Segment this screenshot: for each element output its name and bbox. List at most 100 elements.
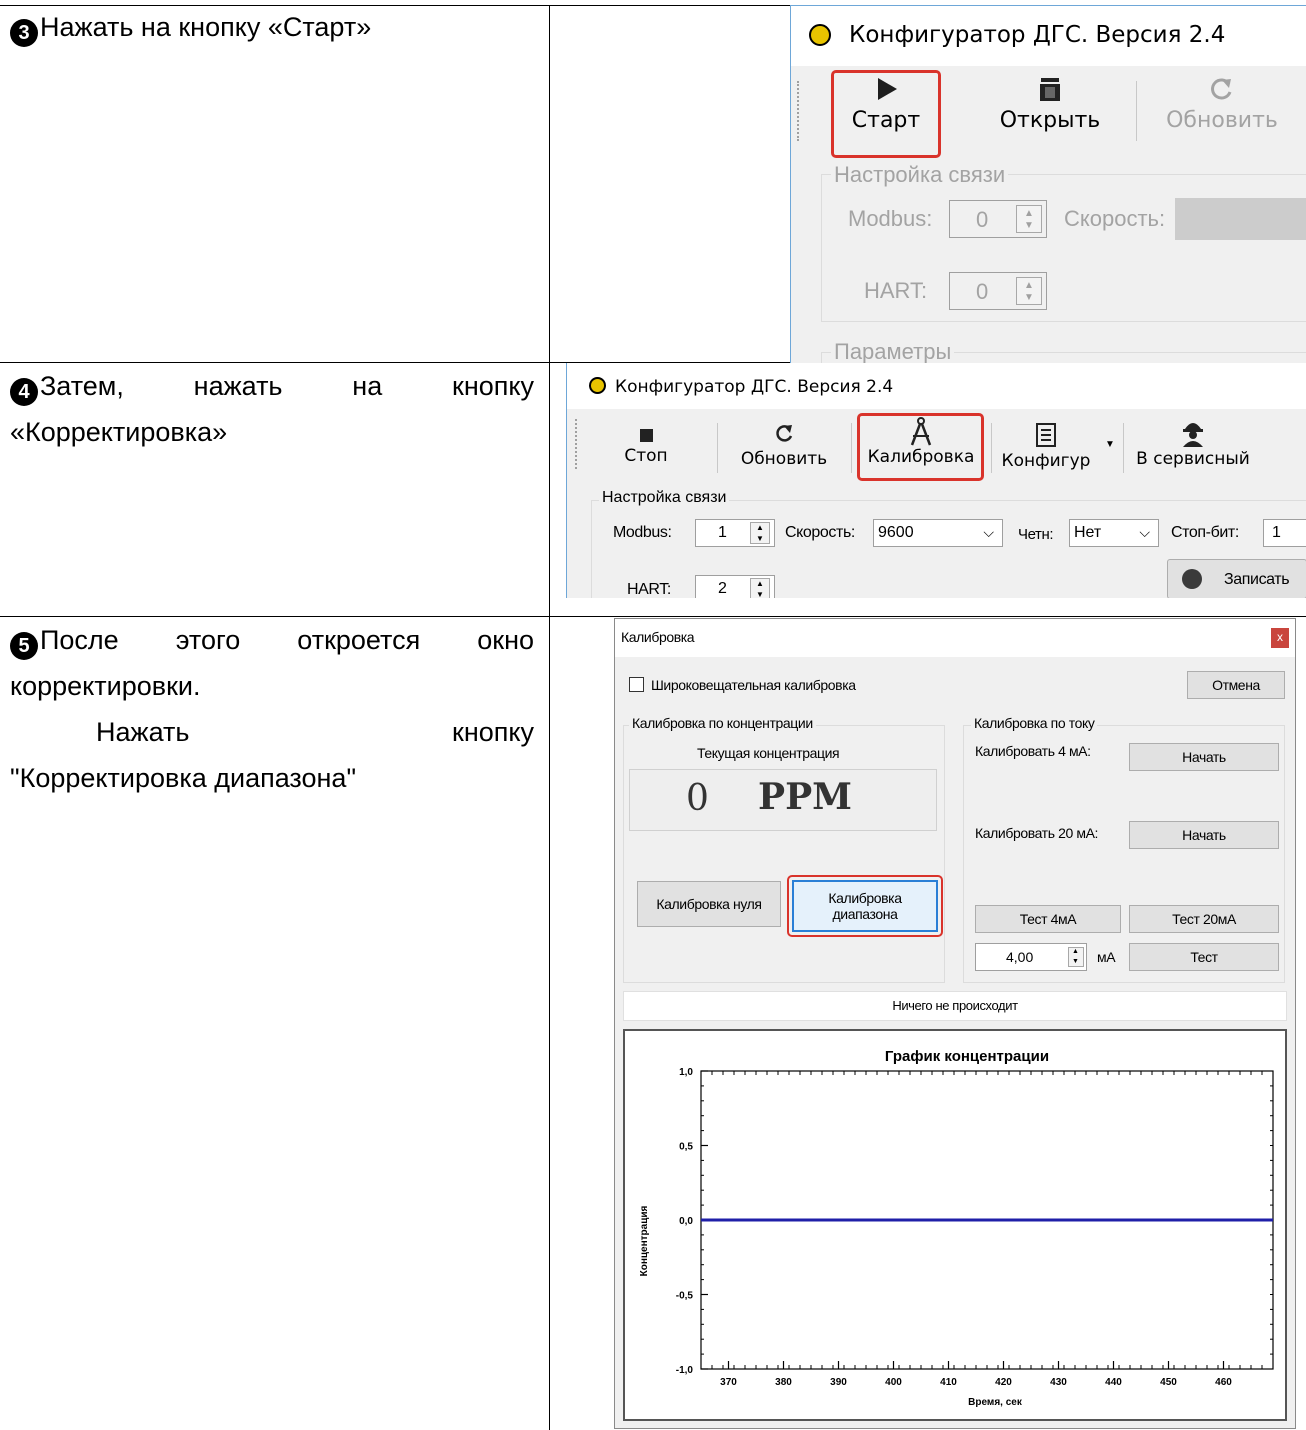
hart-input[interactable]: 0 ▲ ▼ (949, 272, 1047, 310)
stop-icon (639, 429, 653, 442)
toolbar-grip (797, 81, 801, 141)
modbus-input[interactable]: 0 ▲ ▼ (949, 200, 1047, 238)
stopbit-select[interactable]: 1 (1263, 519, 1306, 547)
step-4-line2: «Корректировка» (10, 417, 228, 447)
speed-select[interactable] (1175, 198, 1306, 240)
concentration-value: 0 (686, 778, 709, 819)
ma-stepper[interactable]: ▲ ▼ (1068, 947, 1084, 967)
screenshot-start-window: Конфигуратор ДГС. Версия 2.4 Старт Откры… (790, 5, 1306, 363)
x-tick-label: 430 (1050, 1377, 1067, 1388)
modbus-label: Modbus: (848, 206, 933, 231)
toolbar-separator (991, 423, 992, 473)
write-button[interactable]: Записать (1167, 559, 1306, 598)
step-3-label: Нажать на кнопку «Старт» (40, 12, 372, 42)
step-5-line3: Нажать кнопку (96, 717, 534, 747)
step-number-badge: 5 (10, 632, 38, 660)
y-tick-label: -1,0 (676, 1365, 694, 1376)
test-4ma-button[interactable]: Тест 4мА (975, 905, 1121, 933)
broadcast-checkbox[interactable] (629, 677, 644, 692)
ma-value-input[interactable]: 4,00 ▲ ▼ (975, 943, 1087, 971)
parity-label: Четн: (1018, 526, 1054, 543)
modbus-stepper[interactable]: ▲ ▼ (750, 522, 770, 544)
hart-input[interactable]: 2 ▲ ▼ (695, 575, 775, 598)
concentration-calibration-group-label: Калибровка по концентрации (629, 715, 816, 731)
compass-icon (910, 417, 932, 446)
refresh-button[interactable]: Обновить (729, 423, 839, 469)
concentration-unit: PPM (758, 776, 852, 818)
refresh-button-label: Обновить (1166, 108, 1278, 133)
speed-label: Скорость: (1064, 206, 1166, 231)
service-mode-button[interactable]: В сервисный (1127, 419, 1259, 469)
config-button[interactable]: Конфигур (997, 423, 1095, 471)
screenshot-calibration-toolbar: Конфигуратор ДГС. Версия 2.4 Стоп Обнови… (566, 363, 1306, 598)
concentration-chart: График концентрации Время, сек Концентра… (639, 1048, 1274, 1408)
stopbit-label: Стоп-бит: (1171, 524, 1239, 541)
hart-label: HART: (864, 278, 928, 303)
x-tick-label: 440 (1105, 1377, 1122, 1388)
write-icon (1182, 569, 1202, 589)
x-tick-label: 380 (775, 1377, 792, 1388)
chart-title: График концентрации (885, 1048, 1049, 1065)
toolbar-grip (575, 419, 579, 469)
app-logo-icon (809, 24, 831, 46)
calibrate-4ma-start-button[interactable]: Начать (1129, 743, 1279, 771)
open-button[interactable]: Открыть (991, 76, 1109, 133)
close-button[interactable]: x (1271, 628, 1289, 648)
start-button[interactable]: Старт (833, 76, 939, 133)
stop-button[interactable]: Стоп (609, 423, 683, 466)
chart-xlabel: Время, сек (968, 1397, 1023, 1408)
x-tick-label: 410 (940, 1377, 957, 1388)
test-button[interactable]: Тест (1129, 943, 1279, 971)
calibrate-4ma-label: Калибровать 4 мА: (975, 743, 1091, 759)
comm-settings-group-label: Настройка связи (599, 489, 730, 507)
refresh-button[interactable]: Обновить (1157, 76, 1287, 133)
comm-settings-group-label: Настройка связи (831, 162, 1009, 188)
open-icon (1040, 78, 1060, 101)
hart-stepper[interactable]: ▲ ▼ (750, 578, 770, 598)
worker-icon (1183, 423, 1203, 447)
hart-label: HART: (627, 581, 671, 598)
span-calibration-button[interactable]: Калибровка диапазона (792, 880, 938, 932)
window-title: Конфигуратор ДГС. Версия 2.4 (849, 22, 1226, 48)
broadcast-checkbox-label: Широковещательная калибровка (651, 677, 856, 693)
x-tick-label: 390 (830, 1377, 847, 1388)
play-icon (878, 78, 897, 100)
concentration-calibration-group (623, 725, 945, 983)
step-3-text: 3 Нажать на кнопку «Старт» (10, 4, 540, 50)
modbus-stepper[interactable]: ▲ ▼ (1016, 205, 1042, 233)
concentration-display: 0 PPM (629, 769, 937, 831)
refresh-icon (1211, 78, 1232, 100)
cancel-button[interactable]: Отмена (1187, 671, 1285, 699)
toolbar-separator (1123, 423, 1124, 473)
window-title: Конфигуратор ДГС. Версия 2.4 (615, 377, 894, 397)
calibration-button-label: Калибровка (867, 447, 975, 467)
chart-panel: График концентрации Время, сек Концентра… (623, 1029, 1287, 1421)
step-5-line1: 5 После этого откроется окно (10, 617, 534, 663)
dialog-title-bar (615, 619, 1295, 657)
open-button-label: Открыть (999, 108, 1101, 133)
step-5-text: 5 После этого откроется окно корректировк… (10, 617, 534, 801)
dialog-title: Калибровка (621, 629, 695, 645)
dropdown-arrow-icon[interactable]: ▼ (1105, 439, 1115, 450)
toolbar-separator (851, 423, 852, 473)
table-column-divider (549, 5, 550, 1430)
x-tick-label: 370 (720, 1377, 737, 1388)
step-5-line2: корректировки. (10, 671, 201, 701)
calibrate-20ma-label: Калибровать 20 мА: (975, 825, 1098, 841)
modbus-input[interactable]: 1 ▲ ▼ (695, 519, 775, 547)
parity-select[interactable]: Нет ⌵ (1069, 519, 1159, 547)
start-button-label: Старт (851, 108, 921, 133)
zero-calibration-button[interactable]: Калибровка нуля (637, 881, 781, 927)
calibration-button[interactable]: Калибровка (861, 417, 981, 467)
params-group-label: Параметры (831, 339, 955, 363)
speed-select[interactable]: 9600 ⌵ (873, 519, 1003, 547)
current-calibration-group-label: Калибровка по току (971, 715, 1098, 731)
hart-stepper[interactable]: ▲ ▼ (1016, 277, 1042, 305)
config-button-label: Конфигур (1001, 451, 1091, 471)
y-tick-label: -0,5 (676, 1291, 694, 1302)
modbus-label: Modbus: (613, 524, 672, 541)
calibrate-20ma-start-button[interactable]: Начать (1129, 821, 1279, 849)
test-20ma-button[interactable]: Тест 20мА (1129, 905, 1279, 933)
close-icon: x (1277, 630, 1283, 644)
x-tick-label: 400 (885, 1377, 902, 1388)
